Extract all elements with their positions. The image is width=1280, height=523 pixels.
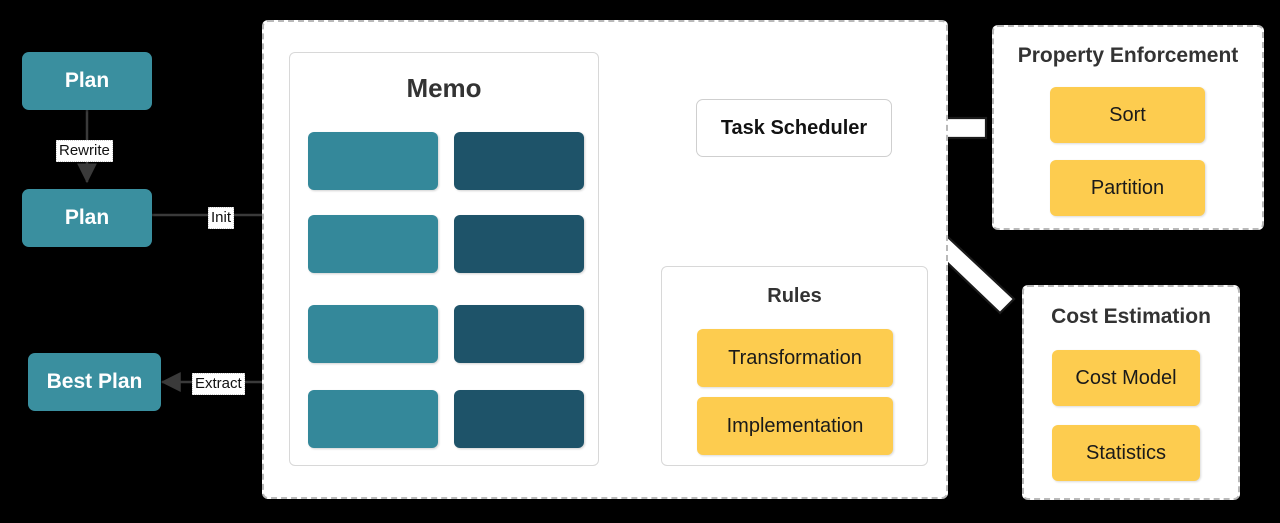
task-scheduler-box[interactable]: Task Scheduler [696,99,892,157]
edge-label-init: Init [208,207,235,229]
plan-node-bottom[interactable]: Plan [22,189,152,247]
property-enforcement-chip-partition[interactable]: Partition [1050,160,1205,216]
rules-title: Rules [767,285,822,307]
property-enforcement-chip-partition-label: Partition [1090,176,1165,199]
diagram-canvas: Plan Rewrite Plan Init Best Plan Extract… [0,0,1280,523]
memo-block-r2-right[interactable] [454,215,584,273]
best-plan-node[interactable]: Best Plan [28,353,161,411]
property-enforcement-title: Property Enforcement [1017,44,1239,67]
memo-block-r2-left[interactable] [308,215,438,273]
cost-estimation-title: Cost Estimation [1051,305,1211,328]
plan-node-top-label: Plan [64,69,110,92]
task-scheduler-label: Task Scheduler [720,116,868,139]
edge-label-extract: Extract [192,373,245,395]
cost-estimation-chip-cost-model-label: Cost Model [1075,366,1177,389]
rules-chip-transformation[interactable]: Transformation [697,329,893,387]
rules-chip-implementation-label: Implementation [726,414,864,437]
rules-chip-transformation-label: Transformation [728,346,862,369]
rules-chip-implementation[interactable]: Implementation [697,397,893,455]
memo-title: Memo [406,73,482,103]
cost-estimation-chip-statistics[interactable]: Statistics [1052,425,1200,481]
property-enforcement-chip-sort-label: Sort [1109,103,1146,126]
property-enforcement-chip-sort[interactable]: Sort [1050,87,1205,143]
cost-estimation-chip-statistics-label: Statistics [1085,441,1167,464]
memo-block-r4-left[interactable] [308,390,438,448]
memo-block-r4-right[interactable] [454,390,584,448]
edge-label-rewrite: Rewrite [56,140,113,162]
plan-node-top[interactable]: Plan [22,52,152,110]
memo-block-r3-right[interactable] [454,305,584,363]
memo-block-r1-right[interactable] [454,132,584,190]
plan-node-bottom-label: Plan [64,206,110,229]
memo-block-r1-left[interactable] [308,132,438,190]
cost-estimation-chip-cost-model[interactable]: Cost Model [1052,350,1200,406]
best-plan-node-label: Best Plan [46,370,143,393]
memo-block-r3-left[interactable] [308,305,438,363]
